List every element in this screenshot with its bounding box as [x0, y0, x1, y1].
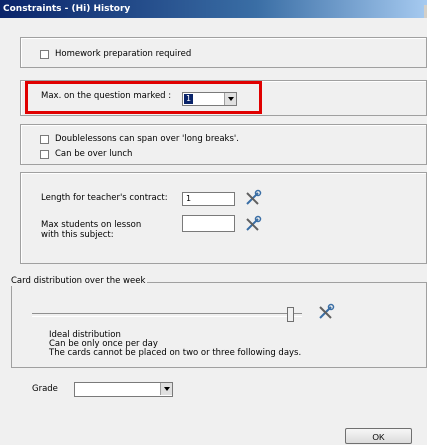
homework-panel: Homework preparation required: [20, 37, 427, 68]
long-breaks-checkbox[interactable]: [40, 135, 49, 144]
long-breaks-label: Doublelessons can span over 'long breaks…: [55, 134, 239, 144]
chevron-down-icon[interactable]: [160, 383, 172, 395]
homework-label: Homework preparation required: [55, 49, 192, 59]
wrench-icon[interactable]: [317, 303, 335, 321]
distribution-slider-thumb[interactable]: [287, 307, 294, 322]
highlight-box: [25, 81, 262, 114]
wrench-icon[interactable]: [244, 189, 262, 207]
lunch-checkbox[interactable]: [40, 150, 49, 159]
window-titlebar: Constraints - (Hi) History: [0, 0, 427, 18]
contract-length-label: Length for teacher's contract:: [41, 193, 168, 203]
wrench-icon[interactable]: [244, 215, 262, 233]
max-students-label: Max students on lesson with this subject…: [41, 220, 142, 240]
ok-button[interactable]: OK: [345, 428, 412, 444]
contract-length-input[interactable]: 1: [182, 192, 235, 206]
window-title: Constraints - (Hi) History: [3, 4, 131, 14]
distribution-group: Card distribution over the week Ideal di…: [9, 276, 427, 368]
doublelessons-panel: Doublelessons can span over 'long breaks…: [20, 124, 427, 165]
distribution-slider-track[interactable]: [32, 313, 302, 317]
lunch-label: Can be over lunch: [55, 149, 133, 159]
homework-checkbox[interactable]: [40, 50, 49, 59]
contract-panel: Length for teacher's contract: 1 Max stu…: [20, 172, 427, 264]
distribution-line: The cards cannot be placed on two or thr…: [49, 348, 302, 358]
grade-label: Grade: [32, 384, 58, 394]
distribution-legend: Card distribution over the week: [9, 276, 148, 286]
max-students-input[interactable]: [182, 215, 235, 232]
grade-select[interactable]: [74, 382, 173, 397]
